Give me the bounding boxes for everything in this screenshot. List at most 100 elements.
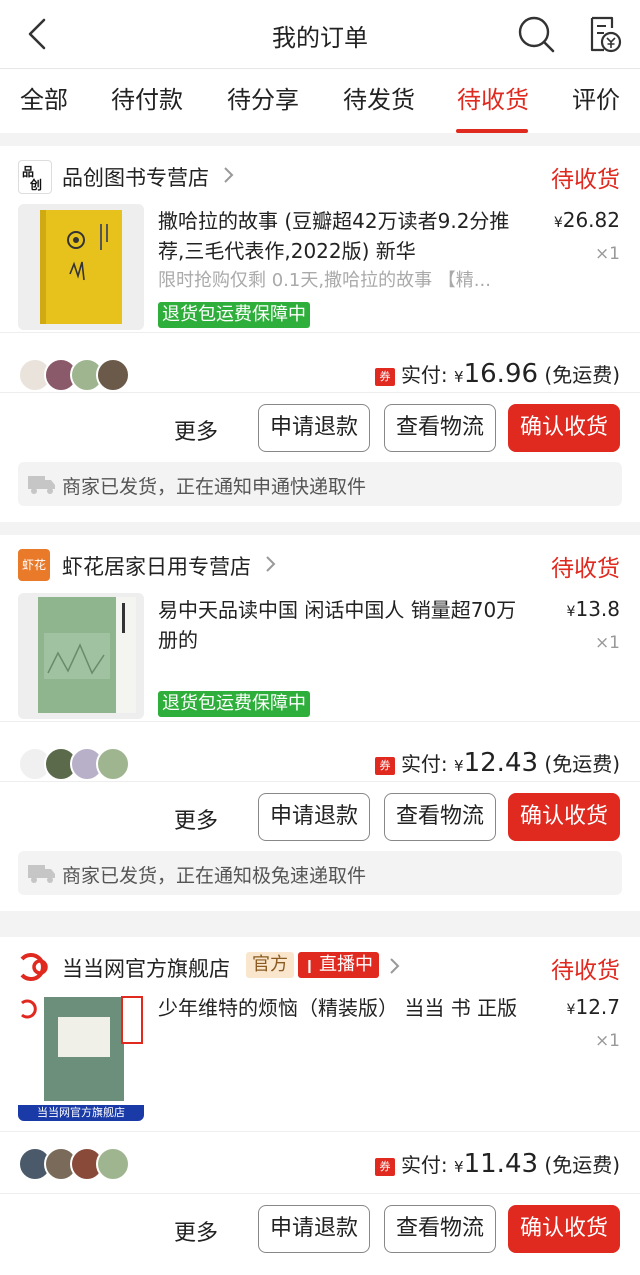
logistics-notice[interactable]: 商家已发货，正在通知申通快递取件 [18,462,622,506]
store-name[interactable]: 品创图书专营店 [62,162,209,192]
logistics-notice[interactable]: 商家已发货，正在通知极兔速递取件 [18,851,622,895]
paid-amount: 券实付: ¥16.96 (免运费) [374,359,620,389]
tab-all[interactable]: 全部 [14,69,74,133]
action-row: 更多 申请退款 查看物流 确认收货 [0,781,640,843]
return-shipping-guarantee-badge: 退货包运费保障中 [158,302,310,328]
product-title[interactable]: 少年维特的烦恼（精装版） 当当 书 正版 [158,993,530,1023]
active-tab-indicator [456,129,528,133]
product-image[interactable] [18,204,144,330]
product-image[interactable] [18,593,144,719]
store-logo: 虾花 [18,549,50,581]
chevron-right-icon [390,958,400,974]
shipping-note: (免运费) [544,752,620,776]
coupon-icon: 券 [374,368,395,386]
bill-icon[interactable] [584,14,622,54]
truck-icon [28,476,55,494]
return-shipping-guarantee-badge: 退货包运费保障中 [158,691,310,717]
paid-value: 11.43 [463,1149,539,1179]
paid-amount: 券实付: ¥12.43 (免运费) [374,748,620,778]
request-refund-button[interactable]: 申请退款 [258,793,370,841]
request-refund-button[interactable]: 申请退款 [258,1205,370,1253]
order-status: 待收货 [551,958,620,984]
tab-review[interactable]: 评价 [568,69,624,133]
tab-pending-share[interactable]: 待分享 [224,69,302,133]
store-row[interactable]: 当当网官方旗舰店 官方 ❙ 直播中 待收货 [0,937,640,995]
paid-amount: 券实付: ¥11.43 (免运费) [374,1149,620,1179]
search-icon[interactable] [516,14,556,54]
avatar-group [18,1147,138,1181]
shipping-note: (免运费) [544,363,620,387]
svg-text:创: 创 [29,177,42,192]
confirm-receipt-button[interactable]: 确认收货 [508,793,620,841]
product-quantity: ×1 [594,244,620,264]
order-tabs: 全部 待付款 待分享 待发货 待收货 评价 [0,69,640,133]
view-logistics-button[interactable]: 查看物流 [384,404,496,452]
price-value: 12.7 [575,995,620,1019]
avatar-group [18,747,138,781]
currency-symbol: ¥ [454,1158,464,1176]
order-card: 品创 品创图书专营店 待收货 撒哈拉的故事 (豆瓣超42万读者9.2分推荐,三毛… [0,146,640,522]
chevron-right-icon [266,556,276,572]
product-price: ¥12.7 [567,995,620,1019]
chevron-right-icon [224,167,234,183]
action-row: 更多 申请退款 查看物流 确认收货 [0,392,640,454]
product-quantity: ×1 [594,1031,620,1051]
tab-pending-receipt[interactable]: 待收货 [454,69,532,133]
product-image[interactable]: 当当网官方旗舰店 [18,991,144,1121]
store-name[interactable]: 虾花居家日用专营店 [62,551,251,581]
currency-symbol: ¥ [454,757,464,775]
shipping-note: (免运费) [544,1153,620,1177]
paid-label: 实付: [400,1153,448,1177]
order-card: 虾花 虾花居家日用专营店 待收货 易中天品读中国 闲话中国人 销量超70万册的 … [0,535,640,911]
product-title[interactable]: 撒哈拉的故事 (豆瓣超42万读者9.2分推荐,三毛代表作,2022版) 新华 [158,206,530,266]
avatar [96,747,130,781]
image-caption: 当当网官方旗舰店 [18,1105,144,1121]
svg-text:品: 品 [22,165,34,179]
store-row[interactable]: 品创 品创图书专营店 待收货 [0,146,640,204]
divider [0,721,640,722]
order-card: 当当网官方旗舰店 官方 ❙ 直播中 待收货 当当网官方旗舰店 少年维特的烦恼（精… [0,937,640,1275]
avatar-group [18,358,138,392]
currency-symbol: ¥ [454,368,464,386]
tab-pending-shipment[interactable]: 待发货 [340,69,418,133]
confirm-receipt-button[interactable]: 确认收货 [508,404,620,452]
live-icon: ❙ [304,959,320,974]
price-value: 26.82 [562,208,620,232]
avatar [96,358,130,392]
product-price: ¥13.8 [567,597,620,621]
official-tag: 官方 [246,952,294,978]
product-title[interactable]: 易中天品读中国 闲话中国人 销量超70万册的 [158,595,530,655]
store-row[interactable]: 虾花 虾花居家日用专营店 待收货 [0,535,640,593]
view-logistics-button[interactable]: 查看物流 [384,1205,496,1253]
order-status: 待收货 [551,167,620,193]
confirm-receipt-button[interactable]: 确认收货 [508,1205,620,1253]
truck-icon [28,865,55,883]
more-button[interactable]: 更多 [174,1215,218,1247]
view-logistics-button[interactable]: 查看物流 [384,793,496,841]
product-quantity: ×1 [594,633,620,653]
paid-value: 12.43 [463,748,539,778]
more-button[interactable]: 更多 [174,803,218,835]
order-status: 待收货 [551,556,620,582]
coupon-icon: 券 [374,757,395,775]
store-logo: 品创 [18,160,52,194]
paid-value: 16.96 [463,359,539,389]
store-name[interactable]: 当当网官方旗舰店 [62,953,230,983]
paid-label: 实付: [400,752,448,776]
product-price: ¥26.82 [554,208,620,232]
coupon-icon: 券 [374,1158,395,1176]
price-value: 13.8 [575,597,620,621]
logistics-notice-text: 商家已发货，正在通知极兔速递取件 [62,865,367,887]
divider [0,1131,640,1132]
live-tag[interactable]: ❙ 直播中 [298,952,380,978]
tab-pending-payment[interactable]: 待付款 [108,69,186,133]
top-bar: 我的订单 [0,0,640,69]
request-refund-button[interactable]: 申请退款 [258,404,370,452]
currency-symbol: ¥ [553,215,563,231]
live-tag-label: 直播中 [319,954,374,975]
avatar [96,1147,130,1181]
logistics-notice-text: 商家已发货，正在通知申通快递取件 [62,476,367,498]
more-button[interactable]: 更多 [174,414,218,446]
paid-label: 实付: [400,363,448,387]
divider [0,332,640,333]
